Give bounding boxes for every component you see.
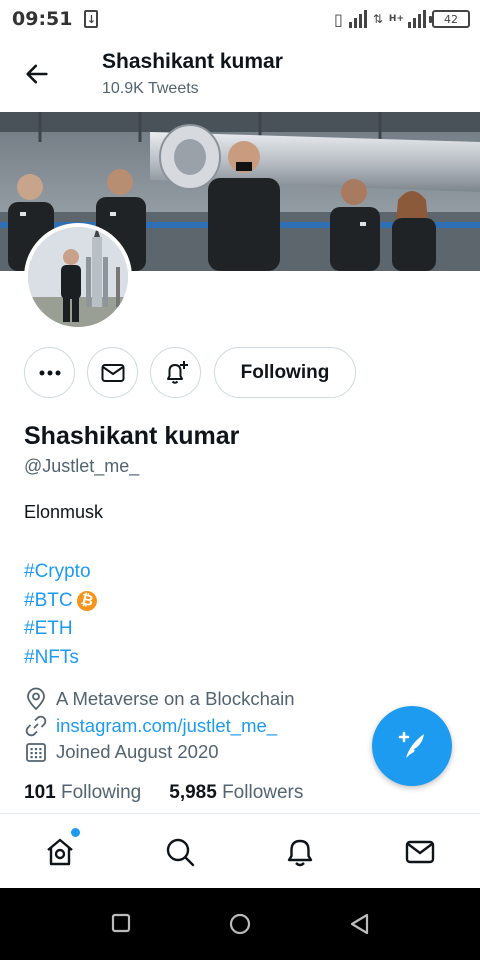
location-row: A Metaverse on a Blockchain <box>24 686 295 713</box>
signal-icon-2 <box>408 10 426 28</box>
home-circle-icon[interactable] <box>228 912 252 936</box>
tab-search[interactable] <box>162 834 198 870</box>
download-icon: ↓ <box>84 10 99 28</box>
profile-header: Shashikant kumar 10.9K Tweets <box>0 38 480 110</box>
tab-home[interactable] <box>42 828 80 870</box>
followers-count-link[interactable]: 5,985 Followers <box>169 782 303 804</box>
calendar-icon <box>26 743 46 763</box>
back-arrow-icon[interactable] <box>22 60 52 88</box>
joined-date: Joined August 2020 <box>56 741 219 762</box>
profile-meta: A Metaverse on a Blockchain instagram.co… <box>24 686 295 766</box>
more-options-button[interactable] <box>24 347 75 398</box>
search-icon <box>166 838 195 867</box>
profile-name: Shashikant kumar <box>24 422 240 450</box>
hashtag-link[interactable]: #ETH <box>24 615 73 644</box>
profile-handle: @Justlet_me_ <box>24 456 140 476</box>
profile-bio: Elonmusk <box>24 502 104 522</box>
followers-count: 5,985 <box>169 782 217 803</box>
notifications-icon <box>287 839 313 867</box>
data-arrows-icon: ⇅ <box>372 12 383 26</box>
joined-row: Joined August 2020 <box>24 739 295 766</box>
messages-icon <box>405 840 435 864</box>
location-pin-icon <box>27 687 45 711</box>
location-text: A Metaverse on a Blockchain <box>56 688 295 709</box>
tab-messages[interactable] <box>402 834 438 870</box>
bottom-tab-bar <box>0 813 480 888</box>
message-button[interactable] <box>87 347 138 398</box>
signal-icon <box>348 10 367 28</box>
compose-tweet-icon <box>398 731 424 758</box>
hashtag-link[interactable]: #BTC <box>24 587 73 616</box>
following-button[interactable]: Following <box>214 347 356 398</box>
new-content-dot <box>71 828 80 837</box>
more-icon <box>39 370 60 375</box>
following-count-link[interactable]: 101 Following <box>24 782 141 804</box>
home-icon <box>47 838 73 866</box>
header-title: Shashikant kumar <box>102 50 283 73</box>
website-row: instagram.com/justlet_me_ <box>24 713 295 740</box>
notifications-subscribe-button[interactable] <box>150 347 201 398</box>
bitcoin-emoji-icon: ₿ <box>74 588 99 613</box>
status-indicators: ▯ ⇅ H+ 42 <box>334 10 470 29</box>
link-icon <box>25 715 47 736</box>
tweet-count: 10.9K Tweets <box>102 80 199 97</box>
battery-level: 42 <box>444 12 458 26</box>
recents-square-icon[interactable] <box>110 912 132 934</box>
following-count: 101 <box>24 782 56 803</box>
back-triangle-icon[interactable] <box>348 912 372 936</box>
hashtag-link[interactable]: #NFTs <box>24 644 79 673</box>
followers-label: Followers <box>222 782 304 803</box>
message-icon <box>101 363 124 382</box>
system-navigation-bar <box>0 888 480 960</box>
bio-hashtags: #Crypto #BTC ₿ #ETH #NFTs <box>24 558 99 673</box>
compose-tweet-button[interactable] <box>372 706 452 786</box>
website-link[interactable]: instagram.com/justlet_me_ <box>56 713 277 740</box>
hashtag-link[interactable]: #Crypto <box>24 558 91 587</box>
avatar-photo <box>28 227 128 327</box>
profile-actions: Following <box>24 347 356 398</box>
battery-icon: 42 <box>429 10 470 28</box>
avatar[interactable] <box>24 223 132 331</box>
tab-notifications[interactable] <box>282 834 318 870</box>
status-time: 09:51 <box>12 8 73 30</box>
network-type-icon: H+ <box>388 14 404 24</box>
following-label: Following <box>60 782 142 803</box>
vibrate-icon: ▯ <box>334 9 343 29</box>
status-bar: 09:51 ↓ ▯ ⇅ H+ 42 <box>0 0 480 38</box>
follow-counts: 101 Following 5,985 Followers <box>24 782 303 804</box>
notification-bell-plus-icon <box>166 360 188 384</box>
